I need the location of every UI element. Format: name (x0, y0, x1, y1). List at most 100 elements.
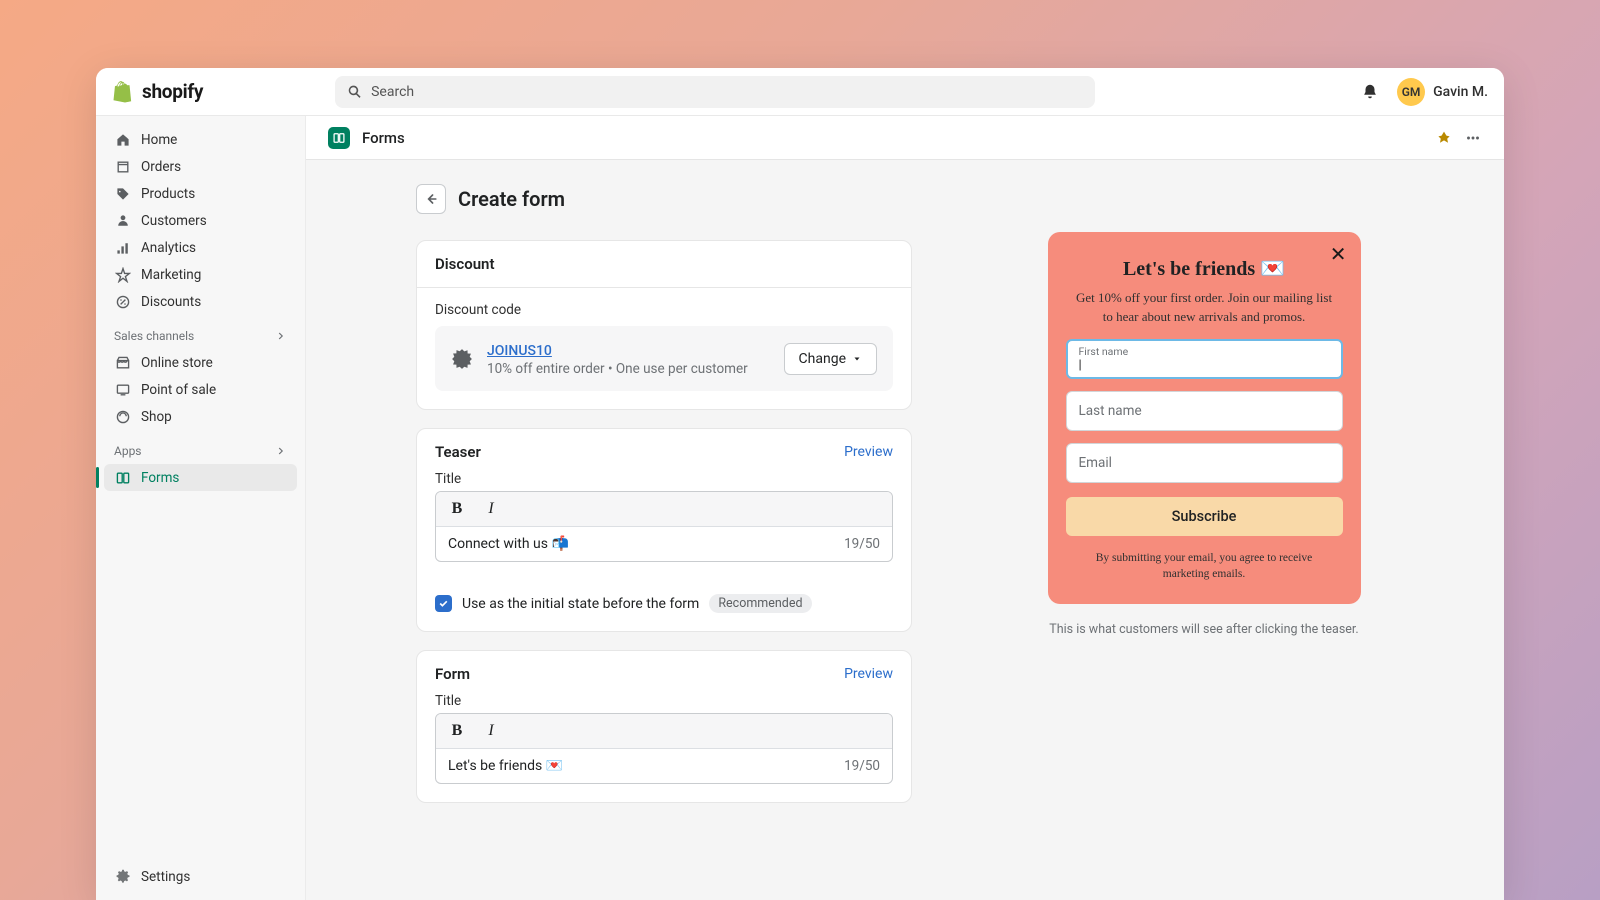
nav-label: Home (141, 132, 177, 148)
recommended-badge: Recommended (709, 594, 811, 613)
nav-marketing[interactable]: Marketing (104, 261, 297, 288)
discount-icon (451, 348, 473, 370)
pin-icon[interactable] (1436, 130, 1452, 146)
title-input[interactable]: Let's be friends 💌 19/50 (436, 749, 892, 783)
user-name: Gavin M. (1433, 84, 1488, 100)
channels-header: Sales channels (104, 315, 297, 349)
nav-discounts[interactable]: Discounts (104, 288, 297, 315)
avatar: GM (1397, 78, 1425, 106)
field-label: Discount code (435, 302, 893, 318)
input-value: Let's be friends 💌 (448, 758, 563, 774)
gear-icon (114, 868, 131, 885)
form-card: Form Preview Title B I Let (416, 650, 912, 803)
search-icon (347, 84, 363, 100)
topbar: shopify Search GM Gavin M. (96, 68, 1504, 116)
nav-online-store[interactable]: Online store (104, 349, 297, 376)
nav-label: Analytics (141, 240, 196, 256)
subscribe-button[interactable]: Subscribe (1066, 497, 1343, 536)
close-icon[interactable]: ✕ (1330, 244, 1347, 264)
nav-customers[interactable]: Customers (104, 207, 297, 234)
search-input[interactable]: Search (335, 76, 1095, 108)
title-input[interactable]: Connect with us 📬 19/50 (436, 527, 892, 561)
back-button[interactable] (416, 184, 446, 214)
field-label: Title (435, 693, 893, 709)
check-icon (438, 598, 449, 609)
discount-card: Discount Discount code JOINUS10 10% off … (416, 240, 912, 410)
forms-icon (114, 469, 131, 486)
nav-orders[interactable]: Orders (104, 153, 297, 180)
char-count: 19/50 (844, 758, 880, 774)
nav-forms[interactable]: Forms (104, 464, 297, 491)
chevron-right-icon[interactable] (275, 330, 287, 342)
chevron-right-icon[interactable] (275, 445, 287, 457)
last-name-input[interactable]: Last name (1066, 391, 1343, 431)
input-value: Connect with us 📬 (448, 536, 569, 552)
preview-link[interactable]: Preview (844, 666, 893, 682)
nav-label: Customers (141, 213, 207, 229)
discount-code-link[interactable]: JOINUS10 (487, 343, 552, 359)
nav-pos[interactable]: Point of sale (104, 376, 297, 403)
title-editor: B I Let's be friends 💌 19/50 (435, 713, 893, 784)
apps-header: Apps (104, 430, 297, 464)
brand-logo[interactable]: shopify (112, 80, 203, 104)
app-icon (328, 127, 350, 149)
nav-label: Forms (141, 470, 179, 486)
field-label: Title (435, 471, 893, 487)
bold-button[interactable]: B (446, 720, 468, 742)
nav-label: Shop (141, 409, 172, 425)
store-icon (114, 354, 131, 371)
search-placeholder: Search (371, 84, 414, 100)
page-title: Create form (458, 187, 565, 211)
bold-button[interactable]: B (446, 498, 468, 520)
card-title: Teaser (435, 443, 481, 461)
nav-label: Discounts (141, 294, 201, 310)
email-input[interactable]: Email (1066, 443, 1343, 483)
form-preview: ✕ Let's be friends 💌 Get 10% off your fi… (1048, 232, 1361, 604)
card-title: Form (435, 665, 470, 683)
initial-state-checkbox[interactable] (435, 595, 452, 612)
nav-analytics[interactable]: Analytics (104, 234, 297, 261)
nav-label: Products (141, 186, 195, 202)
app-title: Forms (362, 129, 405, 147)
italic-button[interactable]: I (480, 720, 502, 742)
discounts-icon (114, 293, 131, 310)
nav-settings[interactable]: Settings (104, 863, 297, 890)
products-icon (114, 185, 131, 202)
preview-caption: This is what customers will see after cl… (1049, 622, 1358, 637)
main-area: Forms Create form Discount (306, 116, 1504, 900)
pos-icon (114, 381, 131, 398)
more-icon[interactable] (1464, 129, 1482, 147)
preview-subtitle: Get 10% off your first order. Join our m… (1066, 289, 1343, 327)
analytics-icon (114, 239, 131, 256)
user-menu[interactable]: GM Gavin M. (1397, 78, 1488, 106)
change-button[interactable]: Change (784, 343, 877, 375)
discount-box: JOINUS10 10% off entire order • One use … (435, 326, 893, 391)
page-title-row: Create form (416, 184, 912, 214)
sidebar: Home Orders Products Customers Analytics… (96, 116, 306, 900)
nav-label: Online store (141, 355, 213, 371)
checkbox-label: Use as the initial state before the form (462, 596, 699, 612)
arrow-left-icon (423, 191, 439, 207)
orders-icon (114, 158, 131, 175)
preview-link[interactable]: Preview (844, 444, 893, 460)
shopify-icon (112, 80, 136, 104)
teaser-card: Teaser Preview Title B I C (416, 428, 912, 632)
subheader: Forms (306, 116, 1504, 160)
title-editor: B I Connect with us 📬 19/50 (435, 491, 893, 562)
app-window: shopify Search GM Gavin M. Home Orders P… (96, 68, 1504, 900)
nav-home[interactable]: Home (104, 126, 297, 153)
home-icon (114, 131, 131, 148)
shop-icon (114, 408, 131, 425)
nav-products[interactable]: Products (104, 180, 297, 207)
italic-button[interactable]: I (480, 498, 502, 520)
customers-icon (114, 212, 131, 229)
nav-shop[interactable]: Shop (104, 403, 297, 430)
preview-disclaimer: By submitting your email, you agree to r… (1066, 550, 1343, 582)
first-name-input[interactable]: First name | (1066, 339, 1343, 379)
nav-label: Settings (141, 869, 190, 885)
card-title: Discount (417, 241, 911, 288)
marketing-icon (114, 266, 131, 283)
nav-label: Point of sale (141, 382, 216, 398)
caret-down-icon (852, 354, 862, 364)
bell-icon[interactable] (1361, 83, 1379, 101)
